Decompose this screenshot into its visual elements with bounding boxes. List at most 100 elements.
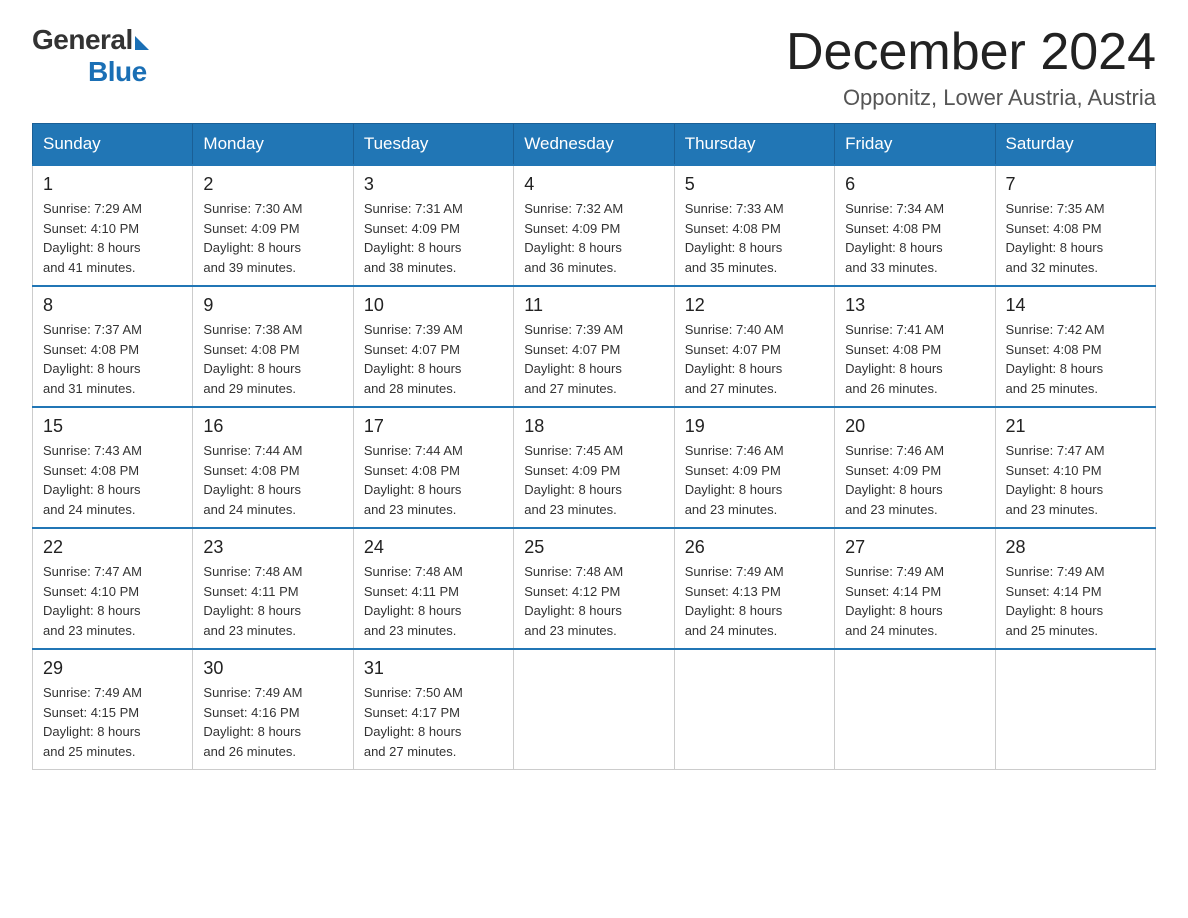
calendar-cell: 22Sunrise: 7:47 AMSunset: 4:10 PMDayligh… — [33, 528, 193, 649]
calendar-cell: 9 Sunrise: 7:38 AMSunset: 4:08 PMDaylight… — [193, 286, 353, 407]
day-number: 25 — [524, 537, 663, 558]
calendar-cell: 10 Sunrise: 7:39 AMSunset: 4:07 PMDayligh… — [353, 286, 513, 407]
logo-general-text: General — [32, 24, 133, 56]
day-number: 1 — [43, 174, 182, 195]
day-number: 7 — [1006, 174, 1145, 195]
calendar-cell: 26 Sunrise: 7:49 AMSunset: 4:13 PMDayligh… — [674, 528, 834, 649]
day-number: 30 — [203, 658, 342, 679]
day-number: 4 — [524, 174, 663, 195]
day-number: 9 — [203, 295, 342, 316]
calendar-cell: 2Sunrise: 7:30 AMSunset: 4:09 PMDaylight… — [193, 165, 353, 286]
day-info: Sunrise: 7:39 AMSunset: 4:07 PMDaylight:… — [364, 320, 503, 398]
calendar-header-wednesday: Wednesday — [514, 124, 674, 166]
calendar-week-3: 15 Sunrise: 7:43 AMSunset: 4:08 PMDayligh… — [33, 407, 1156, 528]
day-number: 15 — [43, 416, 182, 437]
day-info: Sunrise: 7:49 AMSunset: 4:15 PMDaylight:… — [43, 683, 182, 761]
day-number: 3 — [364, 174, 503, 195]
day-info: Sunrise: 7:38 AMSunset: 4:08 PMDaylight:… — [203, 320, 342, 398]
day-number: 10 — [364, 295, 503, 316]
calendar-week-2: 8 Sunrise: 7:37 AMSunset: 4:08 PMDaylight… — [33, 286, 1156, 407]
calendar-cell — [514, 649, 674, 770]
day-info: Sunrise: 7:35 AMSunset: 4:08 PMDaylight:… — [1006, 199, 1145, 277]
day-number: 14 — [1006, 295, 1145, 316]
day-number: 31 — [364, 658, 503, 679]
day-info: Sunrise: 7:44 AMSunset: 4:08 PMDaylight:… — [364, 441, 503, 519]
day-number: 6 — [845, 174, 984, 195]
calendar-cell: 12 Sunrise: 7:40 AMSunset: 4:07 PMDayligh… — [674, 286, 834, 407]
day-number: 13 — [845, 295, 984, 316]
day-info: Sunrise: 7:48 AMSunset: 4:12 PMDaylight:… — [524, 562, 663, 640]
logo-arrow-icon — [135, 36, 149, 50]
day-info: Sunrise: 7:43 AMSunset: 4:08 PMDaylight:… — [43, 441, 182, 519]
calendar-cell: 23Sunrise: 7:48 AMSunset: 4:11 PMDayligh… — [193, 528, 353, 649]
calendar-cell: 21 Sunrise: 7:47 AMSunset: 4:10 PMDayligh… — [995, 407, 1155, 528]
calendar-cell: 1 Sunrise: 7:29 AMSunset: 4:10 PMDaylight… — [33, 165, 193, 286]
calendar-header-thursday: Thursday — [674, 124, 834, 166]
day-info: Sunrise: 7:29 AMSunset: 4:10 PMDaylight:… — [43, 199, 182, 277]
day-info: Sunrise: 7:49 AMSunset: 4:13 PMDaylight:… — [685, 562, 824, 640]
calendar-cell: 5Sunrise: 7:33 AMSunset: 4:08 PMDaylight… — [674, 165, 834, 286]
day-info: Sunrise: 7:46 AMSunset: 4:09 PMDaylight:… — [685, 441, 824, 519]
logo: General Blue — [32, 24, 149, 88]
day-number: 8 — [43, 295, 182, 316]
day-number: 20 — [845, 416, 984, 437]
day-number: 21 — [1006, 416, 1145, 437]
calendar-week-4: 22Sunrise: 7:47 AMSunset: 4:10 PMDayligh… — [33, 528, 1156, 649]
day-info: Sunrise: 7:48 AMSunset: 4:11 PMDaylight:… — [364, 562, 503, 640]
calendar-cell: 29 Sunrise: 7:49 AMSunset: 4:15 PMDayligh… — [33, 649, 193, 770]
day-info: Sunrise: 7:50 AMSunset: 4:17 PMDaylight:… — [364, 683, 503, 761]
calendar-week-1: 1 Sunrise: 7:29 AMSunset: 4:10 PMDaylight… — [33, 165, 1156, 286]
day-info: Sunrise: 7:39 AMSunset: 4:07 PMDaylight:… — [524, 320, 663, 398]
day-number: 27 — [845, 537, 984, 558]
day-info: Sunrise: 7:49 AMSunset: 4:14 PMDaylight:… — [1006, 562, 1145, 640]
calendar-header-tuesday: Tuesday — [353, 124, 513, 166]
day-number: 28 — [1006, 537, 1145, 558]
calendar-header-friday: Friday — [835, 124, 995, 166]
calendar-cell: 30 Sunrise: 7:49 AMSunset: 4:16 PMDayligh… — [193, 649, 353, 770]
calendar-cell: 27 Sunrise: 7:49 AMSunset: 4:14 PMDayligh… — [835, 528, 995, 649]
day-info: Sunrise: 7:49 AMSunset: 4:14 PMDaylight:… — [845, 562, 984, 640]
day-info: Sunrise: 7:49 AMSunset: 4:16 PMDaylight:… — [203, 683, 342, 761]
main-title: December 2024 — [786, 24, 1156, 81]
day-number: 18 — [524, 416, 663, 437]
day-info: Sunrise: 7:47 AMSunset: 4:10 PMDaylight:… — [43, 562, 182, 640]
day-info: Sunrise: 7:37 AMSunset: 4:08 PMDaylight:… — [43, 320, 182, 398]
calendar-cell: 3 Sunrise: 7:31 AMSunset: 4:09 PMDaylight… — [353, 165, 513, 286]
day-info: Sunrise: 7:41 AMSunset: 4:08 PMDaylight:… — [845, 320, 984, 398]
calendar-cell: 19 Sunrise: 7:46 AMSunset: 4:09 PMDayligh… — [674, 407, 834, 528]
subtitle: Opponitz, Lower Austria, Austria — [786, 85, 1156, 111]
day-info: Sunrise: 7:32 AMSunset: 4:09 PMDaylight:… — [524, 199, 663, 277]
day-number: 19 — [685, 416, 824, 437]
day-info: Sunrise: 7:46 AMSunset: 4:09 PMDaylight:… — [845, 441, 984, 519]
calendar-table: SundayMondayTuesdayWednesdayThursdayFrid… — [32, 123, 1156, 770]
day-number: 11 — [524, 295, 663, 316]
day-info: Sunrise: 7:44 AMSunset: 4:08 PMDaylight:… — [203, 441, 342, 519]
title-block: December 2024 Opponitz, Lower Austria, A… — [786, 24, 1156, 111]
calendar-cell: 28 Sunrise: 7:49 AMSunset: 4:14 PMDayligh… — [995, 528, 1155, 649]
calendar-cell: 11 Sunrise: 7:39 AMSunset: 4:07 PMDayligh… — [514, 286, 674, 407]
calendar-cell: 20 Sunrise: 7:46 AMSunset: 4:09 PMDayligh… — [835, 407, 995, 528]
day-info: Sunrise: 7:47 AMSunset: 4:10 PMDaylight:… — [1006, 441, 1145, 519]
day-info: Sunrise: 7:33 AMSunset: 4:08 PMDaylight:… — [685, 199, 824, 277]
day-number: 26 — [685, 537, 824, 558]
day-number: 17 — [364, 416, 503, 437]
calendar-cell: 15 Sunrise: 7:43 AMSunset: 4:08 PMDayligh… — [33, 407, 193, 528]
day-number: 2 — [203, 174, 342, 195]
day-number: 16 — [203, 416, 342, 437]
day-info: Sunrise: 7:45 AMSunset: 4:09 PMDaylight:… — [524, 441, 663, 519]
calendar-header-saturday: Saturday — [995, 124, 1155, 166]
calendar-cell: 18 Sunrise: 7:45 AMSunset: 4:09 PMDayligh… — [514, 407, 674, 528]
calendar-header-sunday: Sunday — [33, 124, 193, 166]
page-header: General Blue December 2024 Opponitz, Low… — [32, 24, 1156, 111]
day-number: 12 — [685, 295, 824, 316]
calendar-cell: 14Sunrise: 7:42 AMSunset: 4:08 PMDayligh… — [995, 286, 1155, 407]
day-number: 29 — [43, 658, 182, 679]
calendar-header-monday: Monday — [193, 124, 353, 166]
calendar-cell: 13 Sunrise: 7:41 AMSunset: 4:08 PMDayligh… — [835, 286, 995, 407]
calendar-cell: 6 Sunrise: 7:34 AMSunset: 4:08 PMDaylight… — [835, 165, 995, 286]
day-info: Sunrise: 7:40 AMSunset: 4:07 PMDaylight:… — [685, 320, 824, 398]
day-info: Sunrise: 7:34 AMSunset: 4:08 PMDaylight:… — [845, 199, 984, 277]
day-info: Sunrise: 7:31 AMSunset: 4:09 PMDaylight:… — [364, 199, 503, 277]
calendar-cell: 8 Sunrise: 7:37 AMSunset: 4:08 PMDaylight… — [33, 286, 193, 407]
day-info: Sunrise: 7:48 AMSunset: 4:11 PMDaylight:… — [203, 562, 342, 640]
